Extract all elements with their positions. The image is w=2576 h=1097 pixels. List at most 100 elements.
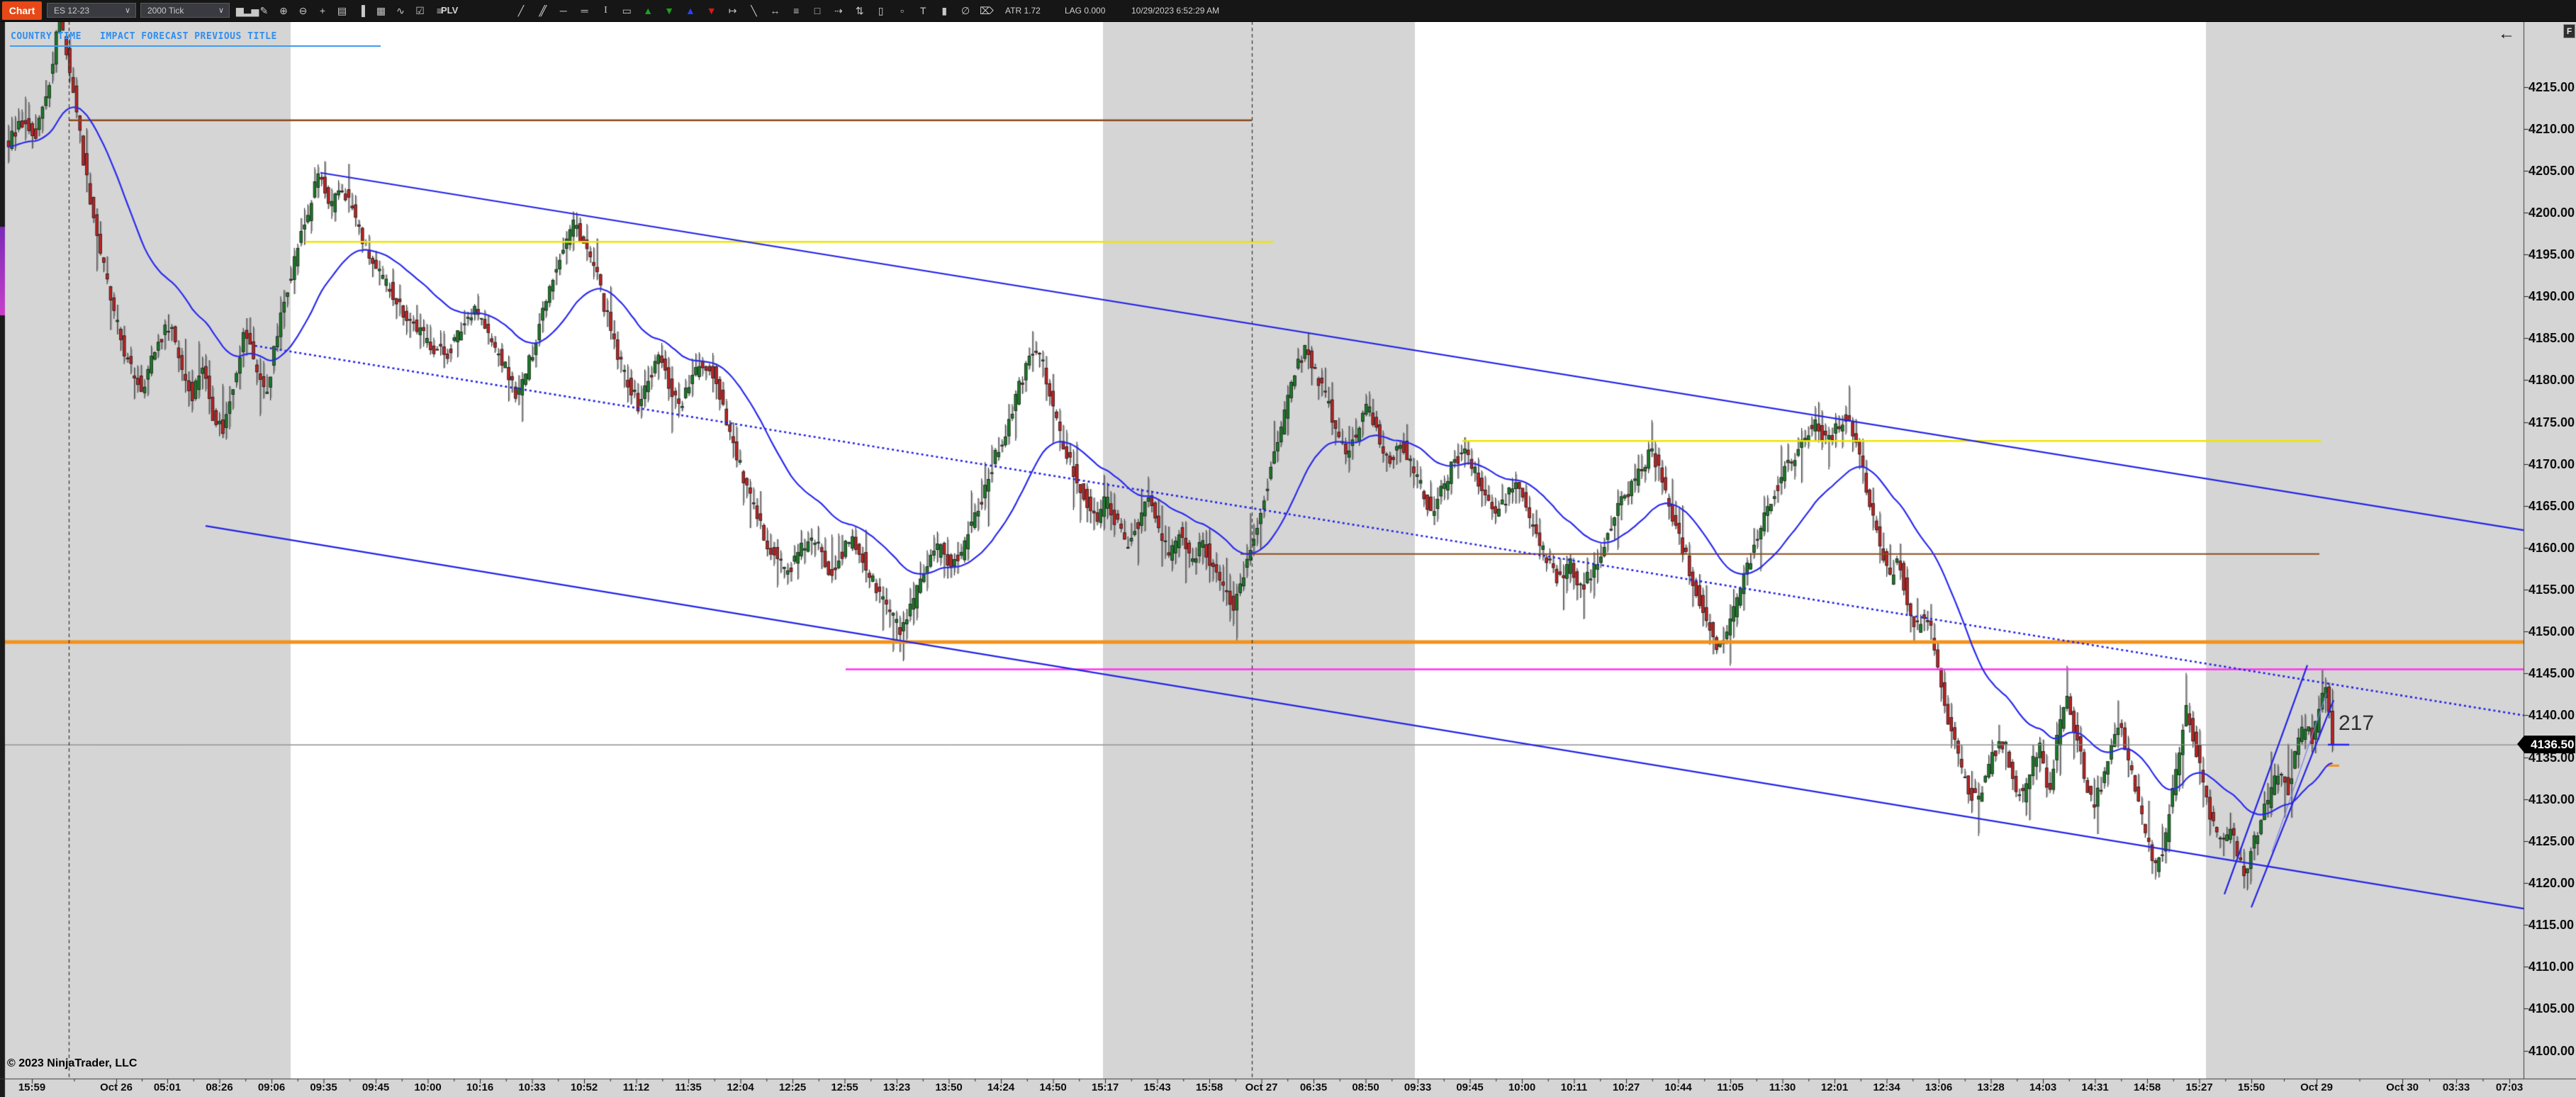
- dotted-rect-icon[interactable]: ▫: [893, 2, 910, 19]
- time-axis[interactable]: 15:59Oct 2605:0108:2609:0609:3509:4510:0…: [0, 1079, 2576, 1097]
- chart-window-icon[interactable]: ▦: [373, 2, 390, 19]
- time-axis-label: 14:24: [987, 1081, 1014, 1093]
- price-axis-label: 4140.00: [2529, 708, 2575, 723]
- time-axis-label: 12:25: [779, 1081, 806, 1093]
- chart-plot-area[interactable]: [0, 0, 2576, 1097]
- toolbar: Chart ES 12-23 ∨ 2000 Tick ∨ ▆▂▅✎⊕⊖+▤▐▦∿…: [0, 0, 2576, 22]
- chart-text-annotation[interactable]: 217: [2339, 711, 2374, 736]
- news-underline: [10, 45, 381, 47]
- price-axis-label: 4180.00: [2529, 373, 2575, 388]
- time-axis-label: 11:35: [675, 1081, 702, 1093]
- eye-off-icon[interactable]: ∅: [957, 2, 974, 19]
- focus-button[interactable]: F: [2563, 24, 2575, 38]
- arrow-down-red-icon[interactable]: ▼: [703, 2, 720, 19]
- time-axis-label: 12:34: [1873, 1081, 1900, 1093]
- pencil-icon[interactable]: ✎: [256, 2, 273, 19]
- polyline-icon[interactable]: ∿: [392, 2, 409, 19]
- time-axis-label: 15:50: [2238, 1081, 2265, 1093]
- time-axis-label: 11:30: [1769, 1081, 1796, 1093]
- horizontal-line-icon[interactable]: ─: [555, 2, 572, 19]
- price-axis-label: 4170.00: [2529, 457, 2575, 472]
- arrow-right-icon[interactable]: ↦: [724, 2, 741, 19]
- time-axis-label: 15:59: [18, 1081, 45, 1093]
- time-axis-label: 14:58: [2134, 1081, 2161, 1093]
- price-axis-label: 4155.00: [2529, 583, 2575, 597]
- time-axis-label: 11:05: [1717, 1081, 1744, 1093]
- time-axis-label: 09:45: [362, 1081, 389, 1093]
- line-segment-icon[interactable]: ╲: [745, 2, 762, 19]
- double-horizontal-line-icon[interactable]: ═: [576, 2, 593, 19]
- tab-chart[interactable]: Chart: [2, 1, 42, 20]
- price-axis-label: 4175.00: [2529, 415, 2575, 430]
- time-axis-label: 10:33: [518, 1081, 545, 1093]
- panel-right-icon[interactable]: ▐: [353, 2, 370, 19]
- price-axis-label: 4195.00: [2529, 247, 2575, 262]
- arrow-up-blue-icon[interactable]: ▲: [682, 2, 699, 19]
- price-axis-label: 4105.00: [2529, 1001, 2575, 1016]
- arrow-leftright-icon[interactable]: ↔: [766, 2, 783, 19]
- time-axis-label: 12:01: [1821, 1081, 1848, 1093]
- time-axis-label: 12:55: [831, 1081, 858, 1093]
- time-axis-label: 12:04: [727, 1081, 754, 1093]
- ruler-icon[interactable]: ▭: [618, 2, 635, 19]
- time-axis-label: 10:00: [414, 1081, 441, 1093]
- datetime-value: 10/29/2023 6:52:29 AM: [1131, 0, 1219, 21]
- zoom-in-icon[interactable]: ⊕: [275, 2, 292, 19]
- checklist-icon[interactable]: ☑: [412, 2, 429, 19]
- price-axis-label: 4150.00: [2529, 624, 2575, 639]
- plv-button[interactable]: PLV: [441, 2, 458, 19]
- data-box-icon[interactable]: ▤: [334, 2, 351, 19]
- price-axis-label: 4115.00: [2529, 918, 2574, 933]
- time-axis-label: 09:33: [1404, 1081, 1431, 1093]
- parallel-lines-icon[interactable]: ╱╱: [534, 2, 551, 19]
- diagonal-line-icon[interactable]: ╱: [513, 2, 530, 19]
- time-axis-label: Oct 29: [2300, 1081, 2333, 1093]
- price-axis-label: 4205.00: [2529, 164, 2575, 179]
- time-axis-label: 09:35: [310, 1081, 337, 1093]
- arrow-down-green-icon[interactable]: ▼: [661, 2, 678, 19]
- instrument-value: ES 12-23: [54, 6, 89, 16]
- price-axis[interactable]: 4215.004210.004205.004200.004195.004190.…: [2524, 21, 2576, 1079]
- price-axis-label: 4130.00: [2529, 792, 2575, 807]
- arrow-up-green-icon[interactable]: ▲: [639, 2, 656, 19]
- instrument-dropdown[interactable]: ES 12-23 ∨: [47, 3, 136, 18]
- time-axis-label: 06:35: [1300, 1081, 1327, 1093]
- time-axis-label: 15:27: [2185, 1081, 2212, 1093]
- candle-tool-icon[interactable]: ▮: [936, 2, 953, 19]
- time-axis-label: 15:43: [1143, 1081, 1170, 1093]
- time-axis-label: 14:31: [2081, 1081, 2108, 1093]
- time-axis-label: 10:52: [571, 1081, 598, 1093]
- interval-dropdown[interactable]: 2000 Tick ∨: [140, 3, 230, 18]
- news-column-country-time: COUNTRY TIME: [11, 31, 82, 42]
- time-axis-label: 10:16: [466, 1081, 493, 1093]
- time-axis-label: 15:58: [1196, 1081, 1223, 1093]
- lag-value: LAG 0.000: [1065, 0, 1105, 21]
- chevron-down-icon: ∨: [125, 4, 130, 18]
- price-axis-label: 4110.00: [2529, 960, 2574, 974]
- interval-value: 2000 Tick: [147, 6, 184, 16]
- time-axis-label: 09:06: [258, 1081, 285, 1093]
- scroll-back-arrow-icon[interactable]: ←: [2498, 24, 2515, 44]
- updown-arrows-icon[interactable]: ⇅: [851, 2, 868, 19]
- stacked-lines-icon[interactable]: ≡: [788, 2, 805, 19]
- zoom-out-icon[interactable]: ⊖: [295, 2, 312, 19]
- price-axis-label: 4160.00: [2529, 541, 2575, 556]
- dotted-arrow-icon[interactable]: ⇢: [830, 2, 847, 19]
- crosshair-icon[interactable]: +: [314, 2, 331, 19]
- text-cursor-icon[interactable]: I: [597, 2, 614, 19]
- chevron-down-icon: ∨: [218, 4, 224, 18]
- rectangle-icon[interactable]: □: [809, 2, 826, 19]
- price-axis-label: 4145.00: [2529, 666, 2575, 681]
- price-axis-label: 4200.00: [2529, 206, 2575, 220]
- ninjatrader-chart-window: Chart ES 12-23 ∨ 2000 Tick ∨ ▆▂▅✎⊕⊖+▤▐▦∿…: [0, 0, 2576, 1097]
- time-axis-label: Oct 30: [2386, 1081, 2419, 1093]
- vertical-dotted-rect-icon[interactable]: ▯: [873, 2, 890, 19]
- time-axis-label: 03:33: [2443, 1081, 2470, 1093]
- time-axis-label: 14:50: [1039, 1081, 1066, 1093]
- atr-value: ATR 1.72: [1005, 0, 1041, 21]
- time-axis-label: 10:27: [1613, 1081, 1640, 1093]
- time-axis-label: Oct 26: [100, 1081, 133, 1093]
- bar-chart-icon[interactable]: ▆▂▅: [236, 2, 253, 19]
- text-tool-icon[interactable]: T: [914, 2, 931, 19]
- trash-icon[interactable]: ⌦: [978, 2, 995, 19]
